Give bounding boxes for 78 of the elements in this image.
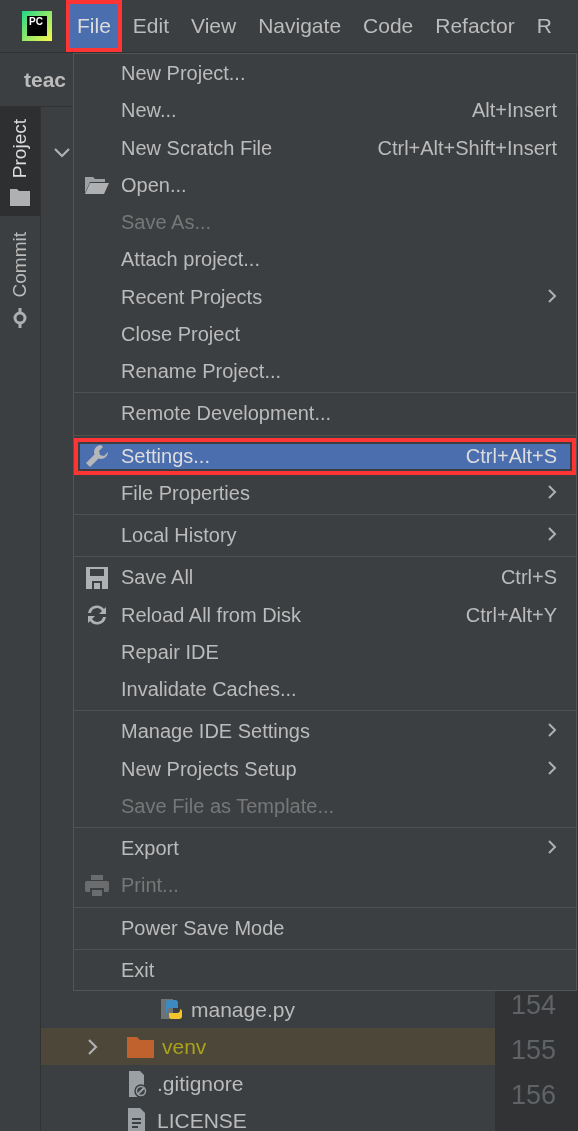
menu-item-label: New Project... [121, 62, 247, 86]
menu-bar-item[interactable]: File [66, 0, 122, 52]
printer-icon [84, 873, 110, 898]
shortcut-text: Ctrl+S [500, 566, 557, 590]
menu-item-label: Open... [121, 173, 188, 197]
menu-item[interactable]: File Properties [74, 474, 576, 512]
menu-item-label: Power Save Mode [121, 916, 286, 940]
menu-bar-item[interactable]: Refactor [424, 0, 526, 52]
menu-item[interactable]: New Project... [74, 55, 576, 93]
menu-item[interactable]: New Scratch File Ctrl+Alt+Shift+Insert [74, 129, 576, 167]
menu-item-label: Settings... [121, 444, 211, 468]
menu-item-label: Manage IDE Settings [121, 720, 311, 744]
menu-item-label: Save File as Template... [121, 794, 336, 818]
menu-bar-item[interactable]: Navigate [247, 0, 353, 52]
menu-item[interactable]: Export [74, 830, 576, 868]
menu-item-label: File Properties [121, 481, 251, 505]
wrench-icon [84, 443, 110, 470]
menu-item-label: New Projects Setup [121, 757, 298, 781]
menu-item[interactable]: Close Project [74, 315, 576, 353]
menu-item-label: Save As... [121, 211, 213, 235]
menu-item[interactable]: Save All Ctrl+S [74, 559, 576, 597]
menu-item[interactable]: Invalidate Caches... [74, 671, 576, 709]
tree-row[interactable]: venv [41, 1028, 495, 1065]
menu-item-label: Repair IDE [121, 640, 220, 664]
menu-item-label: Save All [121, 566, 195, 590]
menu-item[interactable]: Manage IDE Settings [74, 713, 576, 751]
tool-window-tab[interactable]: Commit [0, 222, 40, 338]
menu-bar-item[interactable]: Edit [121, 0, 181, 52]
file-name: .gitignore [157, 1073, 244, 1094]
menu-item[interactable]: Open... [74, 166, 576, 204]
folder-icon [10, 188, 30, 207]
menu-item[interactable]: New... Alt+Insert [74, 92, 576, 130]
menu-item[interactable]: New Projects Setup [74, 750, 576, 788]
menu-item-label: Close Project [121, 322, 241, 346]
menu-item-label: New Scratch File [121, 136, 274, 160]
menu-bar-item[interactable]: Code [352, 0, 425, 52]
menu-item[interactable]: Exit [74, 951, 576, 989]
project-name: teac [24, 67, 67, 92]
menu-item[interactable]: Settings... Ctrl+Alt+S [74, 437, 576, 475]
file-name: LICENSE [157, 1110, 247, 1131]
menu-bar-item[interactable]: R [525, 0, 563, 52]
menu-item-label: Attach project... [121, 248, 261, 272]
menu-item[interactable]: Remote Development... [74, 395, 576, 433]
reload-icon [85, 603, 109, 628]
menu-item[interactable]: Attach project... [74, 241, 576, 279]
menu-item-label: Rename Project... [121, 360, 283, 384]
tree-row[interactable]: .gitignore [41, 1065, 495, 1102]
menu-item-label: Invalidate Caches... [121, 678, 298, 702]
menu-item-label: New... [121, 99, 178, 123]
menu-item-label: Exit [121, 958, 156, 982]
menu-item[interactable]: Repair IDE [74, 633, 576, 671]
shortcut-text: Ctrl+Alt+Shift+Insert [377, 136, 557, 160]
chevron-right-icon[interactable] [87, 1037, 99, 1056]
folder-icon [127, 1035, 154, 1058]
menu-item-label: Reload All from Disk [121, 603, 303, 627]
menu-item-label: Recent Projects [121, 285, 264, 309]
menu-item[interactable]: Recent Projects [74, 278, 576, 316]
menu-item-label: Local History [121, 524, 238, 548]
tree-row[interactable]: LICENSE [41, 1102, 495, 1131]
python-file-icon [161, 999, 183, 1020]
tool-window-tab[interactable]: Project [0, 107, 40, 217]
menu-item-label: Export [121, 837, 180, 861]
menu-item-label: Remote Development... [121, 402, 333, 426]
tree-row[interactable]: manage.py [41, 991, 495, 1028]
menu-item[interactable]: Reload All from Disk Ctrl+Alt+Y [74, 596, 576, 634]
app-logo: PC [22, 11, 52, 41]
menu-item[interactable]: Rename Project... [74, 353, 576, 391]
shortcut-text: Alt+Insert [471, 99, 557, 123]
file-name: venv [162, 1036, 207, 1057]
menu-item[interactable]: Power Save Mode [74, 909, 576, 947]
menu-item[interactable]: Local History [74, 517, 576, 555]
shortcut-text: Ctrl+Alt+S [465, 444, 557, 468]
chevron-down-icon[interactable] [53, 147, 71, 159]
file-name: manage.py [191, 999, 295, 1020]
menu-item-label: Print... [121, 874, 180, 898]
menu-bar-item[interactable]: View [180, 0, 248, 52]
shortcut-text: Ctrl+Alt+Y [465, 603, 557, 627]
folder-icon [84, 175, 110, 196]
